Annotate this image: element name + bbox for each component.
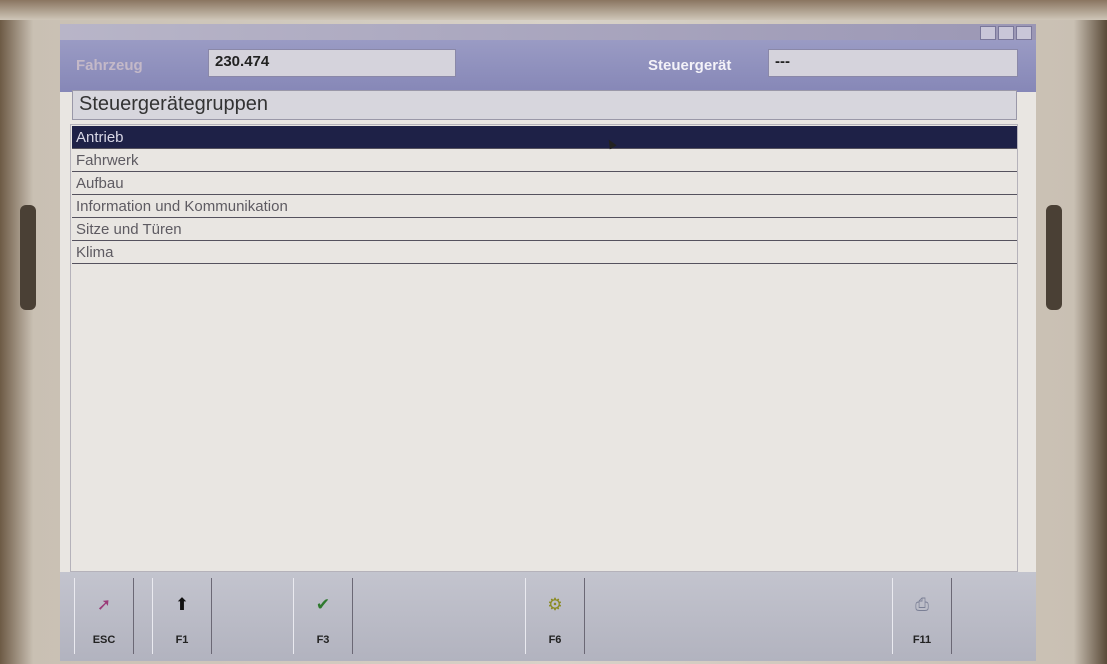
- right-hinge: [1046, 205, 1062, 310]
- list-item-aufbau[interactable]: Aufbau: [72, 172, 1017, 195]
- vehicle-value-field: 230.474: [208, 49, 456, 77]
- ecu-label: Steuergerät: [648, 57, 732, 74]
- exit-icon: ➚: [96, 595, 112, 614]
- header-bar: Fahrzeug 230.474 Steuergerät ---: [60, 40, 1036, 92]
- application-window: Fahrzeug 230.474 Steuergerät --- Steuerg…: [60, 24, 1036, 661]
- f1-button[interactable]: ⬆ F1: [152, 578, 212, 654]
- arrow-up-icon: ⬆: [174, 595, 190, 614]
- function-key-bar: ➚ ESC ⬆ F1 ✔ F3 ⚙ F6 ⎙ F11: [60, 572, 1036, 661]
- esc-label: ESC: [92, 634, 116, 646]
- list-item-information[interactable]: Information und Kommunikation: [72, 195, 1017, 218]
- f6-label: F6: [548, 634, 562, 646]
- ecu-group-list: Antrieb Fahrwerk Aufbau Information und …: [72, 126, 1017, 264]
- laptop-bezel-top: [0, 0, 1107, 20]
- list-item-fahrwerk[interactable]: Fahrwerk: [72, 149, 1017, 172]
- esc-button[interactable]: ➚ ESC: [74, 578, 134, 654]
- f11-label: F11: [912, 634, 932, 646]
- title-bar: [60, 24, 1036, 40]
- left-hinge: [20, 205, 36, 310]
- maximize-button[interactable]: [998, 26, 1014, 40]
- tools-icon: ⚙: [547, 595, 563, 614]
- list-item-sitze[interactable]: Sitze und Türen: [72, 218, 1017, 241]
- printer-icon: ⎙: [915, 595, 929, 614]
- vehicle-label: Fahrzeug: [76, 57, 143, 74]
- f1-label: F1: [175, 634, 189, 646]
- list-item-klima[interactable]: Klima: [72, 241, 1017, 264]
- list-item-antrieb[interactable]: Antrieb: [72, 126, 1017, 149]
- f3-label: F3: [316, 634, 330, 646]
- f6-button[interactable]: ⚙ F6: [525, 578, 585, 654]
- minimize-button[interactable]: [980, 26, 996, 40]
- window-controls: [980, 26, 1032, 40]
- group-list-title: Steuergerätegruppen: [72, 90, 1017, 120]
- f3-button[interactable]: ✔ F3: [293, 578, 353, 654]
- f11-button[interactable]: ⎙ F11: [892, 578, 952, 654]
- close-button[interactable]: [1016, 26, 1032, 40]
- ecu-value-field: ---: [768, 49, 1018, 77]
- checkmark-icon: ✔: [315, 595, 331, 614]
